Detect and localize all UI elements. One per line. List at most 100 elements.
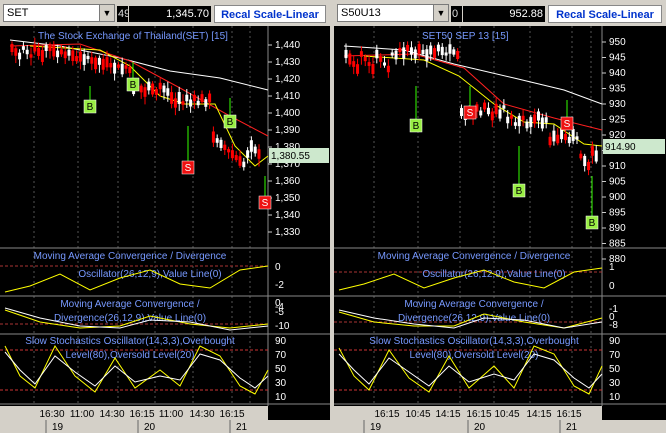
candle-body xyxy=(116,64,120,68)
candle-body xyxy=(230,150,234,159)
candle-body xyxy=(425,49,429,61)
price-axis-label: 935 xyxy=(609,84,626,95)
price-axis-label: 1,400 xyxy=(275,108,300,119)
macd-oscillator-axis-label: 0 xyxy=(275,262,281,273)
candle-body xyxy=(398,47,402,53)
left-price: 1,345.70 xyxy=(129,6,211,22)
candle-body xyxy=(406,44,410,52)
candle-body xyxy=(196,100,200,106)
time-axis-label: 10:45 xyxy=(494,409,519,420)
candle-body xyxy=(249,140,253,152)
signal-label: B xyxy=(87,102,94,113)
candle-body xyxy=(352,61,356,67)
candle-body xyxy=(246,150,250,158)
candle-body xyxy=(490,111,494,121)
time-axis-label: 11:00 xyxy=(70,409,95,420)
candle-body xyxy=(208,93,212,103)
candle-body xyxy=(59,49,63,55)
right-symbol-select[interactable]: S50U13 ▼ xyxy=(337,4,449,22)
price-axis-label: 1,430 xyxy=(275,57,300,68)
signal-label: B xyxy=(516,186,523,197)
signal-label: B xyxy=(130,80,137,91)
candle-body xyxy=(75,56,79,62)
price-axis-label: 885 xyxy=(609,239,626,250)
candle-body xyxy=(429,45,433,55)
candle-body xyxy=(456,50,460,60)
price-axis-label: 1,360 xyxy=(275,176,300,187)
macd-axis-label: -10 xyxy=(275,321,290,332)
stochastic-axis-label: 30 xyxy=(609,378,621,389)
signal-label: S xyxy=(262,198,269,209)
left-symbol-select[interactable]: SET ▼ xyxy=(3,4,115,22)
candle-body xyxy=(78,51,82,62)
candle-body xyxy=(383,62,386,66)
candle-body xyxy=(101,58,105,70)
candle-body xyxy=(154,89,158,95)
candle-body xyxy=(571,129,575,141)
candle-body xyxy=(540,117,544,129)
chevron-down-icon[interactable]: ▼ xyxy=(99,5,114,21)
price-axis-label: 925 xyxy=(609,115,626,126)
left-symbol-value: SET xyxy=(7,7,29,19)
candle-body xyxy=(583,155,587,167)
date-axis-background xyxy=(0,420,330,433)
price-axis-label: 1,390 xyxy=(275,125,300,136)
time-axis-label: 10:45 xyxy=(405,409,430,420)
candle-body xyxy=(173,98,177,108)
candle-body xyxy=(211,131,215,143)
price-axis-label: 895 xyxy=(609,208,626,219)
candle-body xyxy=(452,49,456,55)
time-axis-label: 14:30 xyxy=(189,409,214,420)
candle-body xyxy=(567,136,571,144)
candle-body xyxy=(48,44,52,52)
candle-body xyxy=(124,65,128,69)
macd-axis-label: -5 xyxy=(275,307,284,318)
candle-body xyxy=(189,99,193,107)
candle-body xyxy=(510,115,514,119)
candle-body xyxy=(86,55,90,60)
time-axis-label: 16:15 xyxy=(556,409,581,420)
candle-body xyxy=(483,102,487,110)
signal-label: B xyxy=(227,117,234,128)
candle-body xyxy=(494,103,498,115)
candle-body xyxy=(390,52,394,56)
candle-body xyxy=(556,134,560,144)
candle-body xyxy=(479,110,483,116)
left-recal-scale-button[interactable]: Recal Scale-Linear xyxy=(214,5,326,23)
chevron-down-icon[interactable]: ▼ xyxy=(433,5,448,21)
candle-body xyxy=(257,149,261,159)
candle-body xyxy=(548,136,552,146)
candle-body xyxy=(177,92,181,104)
price-axis-label: 950 xyxy=(609,37,626,48)
price-axis-label: 1,330 xyxy=(275,227,300,238)
candle-body xyxy=(14,48,18,56)
right-chart-svg: SET50 SEP 13 [15]95094594093593092592091… xyxy=(334,26,666,433)
candle-body xyxy=(113,62,117,74)
price-axis-label: 1,410 xyxy=(275,91,300,102)
candle-body xyxy=(253,146,257,154)
candle-body xyxy=(375,49,379,59)
price-axis-label: 1,350 xyxy=(275,193,300,204)
price-chart-title: The Stock Exchange of Thailand(SET) [15] xyxy=(38,31,228,42)
candle-body xyxy=(139,85,143,93)
stochastic-axis-label: 10 xyxy=(609,392,621,403)
price-axis-label: 1,340 xyxy=(275,210,300,221)
right-recal-scale-button[interactable]: Recal Scale-Linear xyxy=(548,5,662,23)
stochastic-axis-label: 50 xyxy=(275,364,287,375)
candle-body xyxy=(529,117,533,127)
candle-body xyxy=(18,52,22,60)
candle-body xyxy=(97,57,101,65)
macd-oscillator-subtitle: Oscillator(26,12,9),Value Line(0) xyxy=(78,269,221,280)
candle-body xyxy=(498,109,502,119)
candle-body xyxy=(166,88,170,96)
price-axis-label: 1,440 xyxy=(275,40,300,51)
candle-body xyxy=(563,133,567,141)
candle-body xyxy=(234,155,238,161)
candle-body xyxy=(37,48,41,56)
candle-body xyxy=(394,50,398,60)
candle-body xyxy=(82,54,86,65)
left-chart-pane: SET ▼ 49 1,345.70 Recal Scale-Linear The… xyxy=(0,0,330,433)
candle-body xyxy=(181,101,185,105)
candle-body xyxy=(215,138,219,143)
last-price-value: 1,380.55 xyxy=(271,151,310,162)
